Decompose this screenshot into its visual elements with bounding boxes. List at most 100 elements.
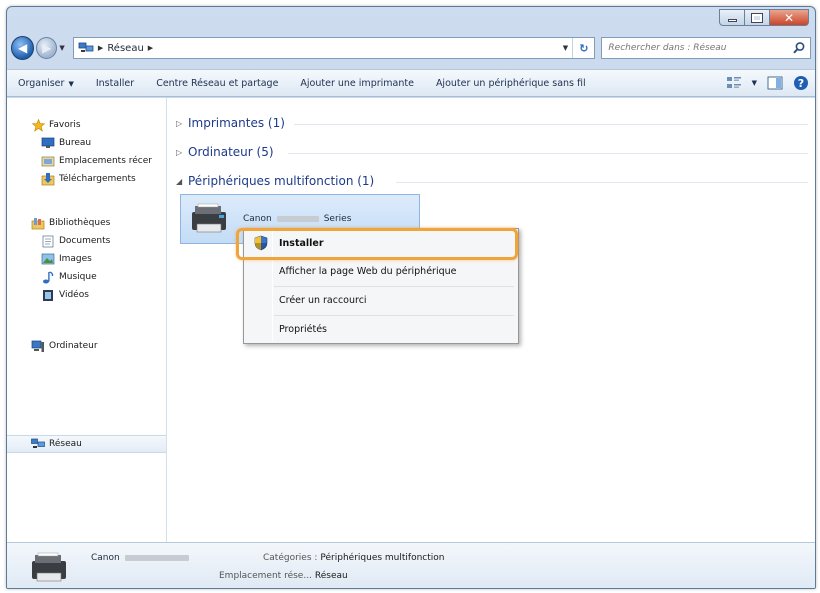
search-input[interactable]: [608, 43, 789, 53]
nav-music-label: Musique: [59, 272, 97, 282]
documents-icon: [41, 234, 55, 248]
expand-icon: ▷: [176, 147, 183, 157]
breadcrumb-separator[interactable]: ▶: [98, 44, 103, 52]
maximize-icon: [751, 12, 763, 23]
computer-icon: [31, 339, 45, 353]
address-row: ◀ ▶ ▼ ▶ Réseau ▶ ▼ ↻: [11, 35, 811, 61]
group-computers-label: Ordinateur (5): [188, 145, 274, 159]
svg-text:?: ?: [798, 77, 804, 90]
video-icon: [41, 288, 55, 302]
recent-pages-dropdown[interactable]: ▼: [59, 44, 69, 52]
nav-computer-label: Ordinateur: [49, 341, 98, 351]
back-button[interactable]: ◀: [11, 36, 35, 60]
group-computers[interactable]: ▷ Ordinateur (5): [176, 143, 274, 161]
group-printers[interactable]: ▷ Imprimantes (1): [176, 114, 285, 132]
menu-item-create-shortcut[interactable]: Créer un raccourci: [247, 288, 515, 312]
menu-web-page-label: Afficher la page Web du périphérique: [279, 265, 457, 277]
nav-network[interactable]: Réseau: [7, 435, 166, 453]
menu-item-properties[interactable]: Propriétés: [247, 317, 515, 341]
model-redaction: [276, 216, 319, 222]
minimize-button[interactable]: [719, 9, 745, 26]
preview-pane-button[interactable]: [767, 75, 783, 91]
details-categories: Catégories : Périphériques multifonction: [263, 553, 444, 563]
command-bar: Organiser ▼ Installer Centre Réseau et pa…: [7, 69, 815, 97]
network-icon: [31, 437, 45, 451]
star-icon: [31, 118, 45, 132]
address-dropdown[interactable]: ▼: [558, 44, 572, 52]
breadcrumb-separator-end[interactable]: ▶: [148, 44, 153, 52]
nav-images-label: Images: [59, 254, 92, 264]
downloads-folder-icon: [41, 172, 55, 186]
search-icon[interactable]: [792, 41, 806, 55]
refresh-button[interactable]: ↻: [572, 38, 594, 58]
device-brand: Canon: [243, 214, 272, 224]
details-brand: Canon: [91, 553, 120, 563]
close-icon: ✕: [783, 10, 795, 25]
details-categories-label: Catégories :: [263, 553, 318, 563]
nav-favorites[interactable]: Favoris: [31, 116, 81, 134]
nav-desktop-label: Bureau: [59, 138, 92, 148]
install-label: Installer: [95, 77, 135, 89]
group-printers-divider: [294, 124, 808, 125]
recent-places-icon: [41, 154, 55, 168]
address-bar-controls: ▼ ↻: [558, 38, 594, 58]
menu-item-web-page[interactable]: Afficher la page Web du périphérique: [247, 259, 515, 283]
minimize-icon: [727, 18, 737, 22]
organize-button[interactable]: Organiser ▼: [7, 78, 85, 89]
details-location-value: Réseau: [314, 571, 348, 581]
organize-label: Organiser: [18, 77, 65, 89]
nav-libraries[interactable]: Bibliothèques: [31, 214, 110, 232]
forward-button[interactable]: ▶: [36, 37, 58, 59]
network-center-button[interactable]: Centre Réseau et partage: [145, 78, 289, 89]
help-icon: ?: [794, 76, 808, 90]
nav-network-label: Réseau: [49, 439, 82, 449]
nav-libraries-label: Bibliothèques: [49, 218, 111, 228]
nav-downloads[interactable]: Téléchargements: [41, 170, 136, 188]
group-printers-label: Imprimantes (1): [188, 116, 285, 130]
menu-create-shortcut-label: Créer un raccourci: [279, 294, 367, 306]
view-dropdown-icon[interactable]: ▼: [752, 79, 757, 87]
collapse-icon: ◢: [176, 176, 183, 186]
group-multifunction-divider: [396, 182, 808, 183]
refresh-icon: ↻: [579, 41, 589, 55]
nav-music[interactable]: Musique: [41, 268, 97, 286]
menu-separator: [274, 286, 514, 287]
view-icon: [726, 77, 741, 88]
expand-icon: ▷: [176, 118, 183, 128]
maximize-button[interactable]: [744, 9, 770, 26]
forward-arrow-icon: ▶: [42, 41, 52, 55]
nav-videos-label: Vidéos: [59, 290, 89, 300]
toolbar-right: ▼ ?: [726, 75, 809, 91]
nav-recent-places[interactable]: Emplacements récer: [41, 152, 152, 170]
group-computers-divider: [288, 153, 808, 154]
printer-icon: [192, 203, 226, 233]
add-printer-label: Ajouter une imprimante: [300, 77, 414, 89]
music-note-icon: [41, 270, 55, 284]
install-button[interactable]: Installer: [85, 78, 145, 89]
details-location: Emplacement rése... Réseau: [219, 571, 348, 581]
nav-computer[interactable]: Ordinateur: [31, 337, 98, 355]
nav-documents[interactable]: Documents: [41, 232, 110, 250]
printer-icon: [32, 552, 66, 582]
menu-separator: [274, 315, 514, 316]
search-box[interactable]: [601, 37, 811, 59]
view-options-button[interactable]: [726, 75, 742, 91]
details-device-name: Canon: [91, 553, 194, 563]
address-bar[interactable]: ▶ Réseau ▶ ▼ ↻: [72, 37, 596, 59]
nav-videos[interactable]: Vidéos: [41, 286, 89, 304]
add-printer-button[interactable]: Ajouter une imprimante: [289, 78, 425, 89]
close-button[interactable]: ✕: [769, 9, 809, 26]
preview-pane-icon: [767, 76, 783, 90]
add-wireless-button[interactable]: Ajouter un périphérique sans fil: [425, 78, 597, 89]
device-series: Series: [323, 214, 352, 224]
nav-favorites-label: Favoris: [49, 120, 81, 130]
nav-desktop[interactable]: Bureau: [41, 134, 91, 152]
desktop-icon: [41, 136, 55, 150]
network-icon: [78, 42, 94, 52]
breadcrumb-network[interactable]: Réseau: [107, 43, 143, 54]
nav-images[interactable]: Images: [41, 250, 92, 268]
caption-buttons: ✕: [719, 9, 809, 26]
libraries-icon: [31, 216, 45, 230]
help-button[interactable]: ?: [793, 75, 809, 91]
group-multifunction[interactable]: ◢ Périphériques multifonction (1): [176, 172, 374, 190]
